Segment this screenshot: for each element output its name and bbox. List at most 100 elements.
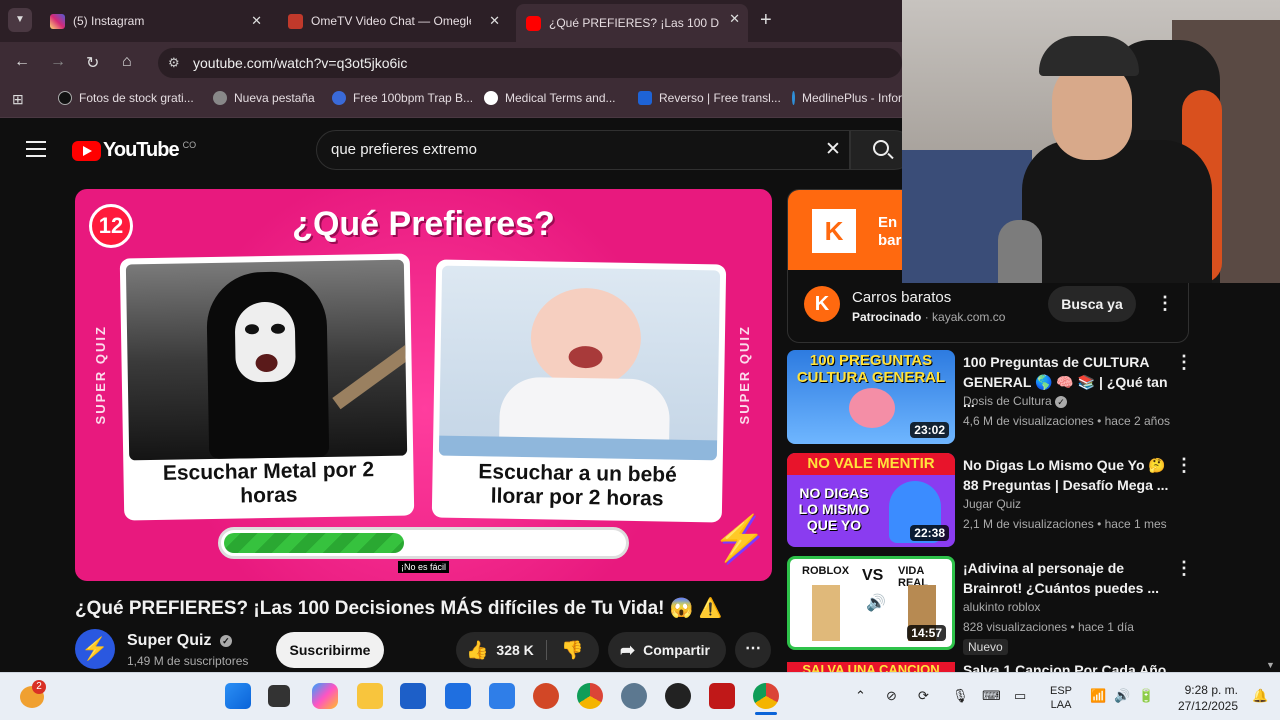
bookmark-label: Free 100bpm Trap B... <box>353 91 474 105</box>
divider <box>546 640 547 660</box>
channel-name[interactable]: Super Quiz ✓ <box>127 632 232 650</box>
chrome-icon[interactable] <box>577 683 603 709</box>
start-icon[interactable] <box>225 683 251 709</box>
network-status-icon[interactable]: ⊘ <box>886 688 897 704</box>
recommendation-item[interactable]: ROBLOX VS VIDA REAL 🔊 14:57 ¡Adivina al … <box>787 556 1193 655</box>
more-actions-button[interactable]: ⋯ <box>735 632 771 668</box>
recommendation-thumbnail[interactable]: ROBLOX VS VIDA REAL 🔊 14:57 <box>787 556 955 650</box>
channel-text: Jugar Quiz <box>963 497 1022 511</box>
recommendation-item[interactable]: NO VALE MENTIR NO DIGAS LO MISMO QUE YO … <box>787 453 1193 548</box>
address-bar[interactable]: ⚙ youtube.com/watch?v=q3ot5jko6ic <box>158 48 902 78</box>
video-duration: 14:57 <box>907 625 946 641</box>
video-title: ¿Qué PREFIERES? ¡Las 100 Decisiones MÁS … <box>75 598 723 619</box>
calendar-icon[interactable] <box>489 683 515 709</box>
share-button[interactable]: ➦ Compartir <box>608 632 726 668</box>
side-label-right: SUPER QUIZ <box>737 325 752 425</box>
recommendation-channel[interactable]: Dosis de Cultura ✓ <box>963 394 1068 408</box>
lightning-icon: ⚡ <box>712 514 767 563</box>
wifi-icon[interactable]: 📶 <box>1090 688 1106 704</box>
ad-domain: kayak.com.co <box>932 310 1006 324</box>
recommendation-channel[interactable]: alukinto roblox <box>963 600 1040 614</box>
recommendation-channel[interactable]: Jugar Quiz <box>963 497 1021 511</box>
trap-beat-icon <box>332 91 346 105</box>
ad-title: Carros baratos <box>852 289 952 306</box>
ad-meta: Patrocinado · kayak.com.co <box>852 310 1006 324</box>
bookmark-item[interactable]: Fotos de stock grati... <box>58 91 194 105</box>
tab-ometv[interactable]: OmeTV Video Chat — Omegle ✕ <box>278 6 508 36</box>
scroll-down-icon[interactable]: ▼ <box>1266 660 1275 670</box>
mcafee-icon[interactable] <box>709 683 735 709</box>
notification-bell-icon[interactable]: 🔔 <box>1252 688 1268 704</box>
video-caption: ¡No es fácil <box>398 561 450 573</box>
task-view-icon[interactable] <box>268 685 290 707</box>
keyboard-icon[interactable]: ⌨ <box>982 688 1001 704</box>
kayak-logo-icon: K <box>812 209 856 253</box>
battery-icon[interactable]: 🔋 <box>1138 688 1154 704</box>
ometv-icon <box>288 13 303 29</box>
file-explorer-icon[interactable] <box>357 683 383 709</box>
subscribe-button[interactable]: Suscribirme <box>276 632 384 668</box>
word-icon[interactable] <box>400 683 426 709</box>
show-hidden-icons[interactable]: ⌃ <box>855 688 866 704</box>
sync-icon[interactable]: ⟳ <box>918 688 929 704</box>
tab-instagram[interactable]: (5) Instagram ✕ <box>40 6 270 36</box>
ad-more-icon[interactable]: ⋮ <box>1156 293 1174 314</box>
dislike-button[interactable]: 👎 <box>561 632 583 668</box>
video-duration: 23:02 <box>910 422 949 438</box>
clock[interactable]: 9:28 p. m. 27/12/2025 <box>1176 682 1238 714</box>
thumb-left-label: ROBLOX <box>802 565 850 577</box>
more-options-icon[interactable]: ⋮ <box>1175 352 1193 373</box>
site-info-icon[interactable]: ⚙ <box>168 48 180 78</box>
volume-icon[interactable]: 🔊 <box>1114 688 1130 704</box>
timer-progress-bar <box>218 527 629 559</box>
clear-search-icon[interactable]: ✕ <box>825 138 841 161</box>
chrome-profile-icon[interactable] <box>753 683 779 709</box>
bookmark-item[interactable]: Nueva pestaña <box>213 91 315 105</box>
recommendation-item[interactable]: 100 PREGUNTAS CULTURA GENERAL 23:02 100 … <box>787 350 1193 445</box>
search-input[interactable]: que prefieres extremo <box>316 130 850 170</box>
tab-title: ¿Qué PREFIERES? ¡Las 100 Decisiones <box>549 16 719 30</box>
obs-icon[interactable] <box>665 683 691 709</box>
back-icon[interactable]: ← <box>14 53 30 71</box>
store-icon[interactable] <box>445 683 471 709</box>
copilot-icon[interactable] <box>312 683 338 709</box>
recommendation-thumbnail[interactable]: 100 PREGUNTAS CULTURA GENERAL 23:02 <box>787 350 955 444</box>
bookmark-item[interactable]: Reverso | Free transl... <box>638 91 781 105</box>
bookmark-item[interactable]: Free 100bpm Trap B... <box>332 91 473 105</box>
new-tab-button[interactable]: + <box>760 9 772 32</box>
tab-title: OmeTV Video Chat — Omegle <box>311 14 471 28</box>
channel-name-text: Super Quiz <box>127 632 212 649</box>
ad-banner-text: En bar <box>878 214 902 249</box>
upload-age: hace 1 mes <box>1104 517 1167 531</box>
more-options-icon[interactable]: ⋮ <box>1175 455 1193 476</box>
reload-icon[interactable]: ↻ <box>86 53 99 73</box>
ad-cta-button[interactable]: Busca ya <box>1048 286 1136 322</box>
language-indicator[interactable]: ESP LAA <box>1050 684 1072 712</box>
close-icon[interactable]: ✕ <box>489 13 500 29</box>
youtube-logo[interactable]: YouTube CO <box>72 139 196 162</box>
close-icon[interactable]: ✕ <box>251 13 262 29</box>
powerpoint-icon[interactable] <box>533 683 559 709</box>
ad-sponsored-label: Patrocinado <box>852 310 922 324</box>
recommendation-thumbnail[interactable]: NO VALE MENTIR NO DIGAS LO MISMO QUE YO … <box>787 453 955 547</box>
channel-avatar[interactable]: ⚡ <box>75 629 115 669</box>
bookmark-item[interactable]: MedlinePlus - Infor <box>792 91 902 105</box>
option-card-right: Escuchar a un bebé llorar por 2 horas <box>431 259 727 523</box>
tab-search-button[interactable]: ▼ <box>8 8 32 32</box>
menu-icon[interactable] <box>26 141 46 157</box>
bookmark-item[interactable]: Medical Terms and... <box>484 91 616 105</box>
notification-badge: 2 <box>32 680 46 694</box>
tab-youtube-active[interactable]: ¿Qué PREFIERES? ¡Las 100 Decisiones ✕ <box>516 4 748 42</box>
close-icon[interactable]: ✕ <box>729 11 740 27</box>
microphone-icon[interactable]: 🎙 <box>952 688 969 704</box>
display-icon[interactable]: ▭ <box>1014 688 1026 704</box>
forward-icon[interactable]: → <box>50 53 66 71</box>
like-button[interactable]: 👍 328 K <box>466 632 534 668</box>
apps-grid-icon[interactable]: ⊞ <box>12 91 24 108</box>
settings-icon[interactable] <box>621 683 647 709</box>
recommendation-title: ¡Adivina al personaje de Brainrot! ¿Cuán… <box>963 560 1160 596</box>
more-options-icon[interactable]: ⋮ <box>1175 558 1193 579</box>
home-icon[interactable]: ⌂ <box>122 53 132 71</box>
pexels-icon <box>58 91 72 105</box>
recommendation-item-partial[interactable]: SALVA UNA CANCION Salva 1 Cancion Por Ca… <box>787 662 1187 672</box>
